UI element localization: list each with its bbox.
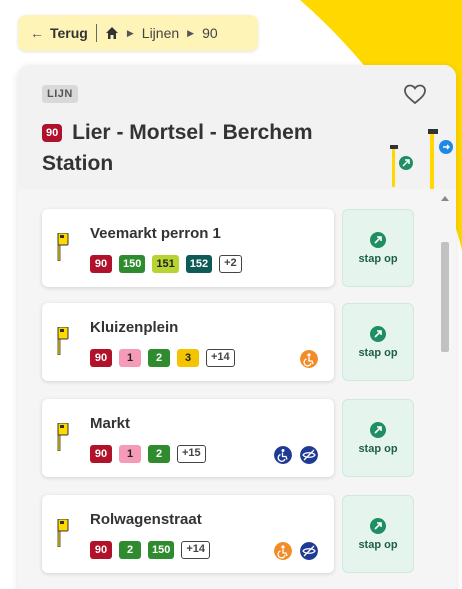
visually-impaired-icon bbox=[300, 446, 318, 464]
board-button-label: stap op bbox=[358, 347, 398, 359]
list-item: Markt 90 1 2 +15 stap op bbox=[42, 399, 416, 477]
wheelchair-icon bbox=[274, 446, 292, 464]
line-badge: 90 bbox=[90, 541, 112, 559]
scrollbar-thumb[interactable] bbox=[441, 242, 449, 352]
accessibility-features bbox=[274, 542, 318, 560]
stop-name: Veemarkt perron 1 bbox=[90, 225, 221, 242]
list-item: Rolwagenstraat 90 2 150 +14 stap op bbox=[42, 495, 416, 573]
arrow-up-right-icon bbox=[370, 326, 386, 342]
more-lines-badge: +14 bbox=[181, 541, 211, 559]
breadcrumb-item-current: 90 bbox=[202, 25, 218, 41]
chevron-right-icon: ▶ bbox=[126, 27, 134, 38]
chevron-right-icon: ▶ bbox=[187, 27, 195, 38]
line-badge: 3 bbox=[177, 349, 199, 367]
line-header: LIJN 90 Lier - Mortsel - Berchem Station bbox=[18, 65, 456, 189]
bus-stop-icon bbox=[57, 423, 69, 451]
line-badge: 2 bbox=[119, 541, 141, 559]
bus-stop-icon bbox=[57, 519, 69, 547]
stop-name: Rolwagenstraat bbox=[90, 511, 202, 528]
board-button-label: stap op bbox=[358, 539, 398, 551]
line-badge: 90 bbox=[90, 349, 112, 367]
line-badges: 90 1 2 +15 bbox=[90, 445, 206, 463]
line-number-badge: 90 bbox=[42, 124, 63, 142]
board-button[interactable]: stap op bbox=[342, 399, 414, 477]
line-badge: 150 bbox=[148, 541, 175, 559]
back-label: Terug bbox=[50, 25, 88, 41]
accessibility-features bbox=[300, 350, 318, 368]
arrow-up-right-icon bbox=[370, 518, 386, 534]
heart-icon[interactable] bbox=[403, 83, 427, 105]
bus-stop-icon bbox=[57, 233, 69, 261]
bus-stop-icon bbox=[57, 327, 69, 355]
line-badge: 152 bbox=[185, 255, 213, 273]
line-badge: 150 bbox=[119, 255, 146, 273]
accessibility-features bbox=[274, 446, 318, 464]
scroll-up-arrow-icon[interactable] bbox=[441, 195, 449, 201]
stop-card[interactable]: Rolwagenstraat 90 2 150 +14 bbox=[42, 495, 334, 573]
more-lines-badge: +14 bbox=[206, 349, 235, 367]
line-badge: 90 bbox=[90, 255, 112, 273]
stop-name: Markt bbox=[90, 415, 131, 432]
line-badges: 90 150 151 152 +2 bbox=[90, 255, 242, 273]
line-badges: 90 2 150 +14 bbox=[90, 541, 211, 559]
visually-impaired-icon bbox=[300, 542, 318, 560]
board-button[interactable]: stap op bbox=[342, 209, 414, 287]
arrow-up-right-icon bbox=[370, 422, 386, 438]
page-title: 90 Lier - Mortsel - Berchem Station bbox=[42, 117, 372, 179]
board-button-label: stap op bbox=[358, 443, 398, 455]
line-type-tag: LIJN bbox=[42, 85, 78, 103]
bus-stop-illustration-icon bbox=[390, 129, 453, 189]
back-button[interactable]: ← Terug bbox=[30, 25, 88, 41]
breadcrumb-divider bbox=[95, 24, 97, 42]
partial-accessible-icon bbox=[300, 350, 318, 368]
stops-list: Veemarkt perron 1 90 150 151 152 +2 stap… bbox=[18, 189, 456, 589]
stop-card[interactable]: Markt 90 1 2 +15 bbox=[42, 399, 334, 477]
more-lines-badge: +15 bbox=[177, 445, 206, 463]
stop-card[interactable]: Veemarkt perron 1 90 150 151 152 +2 bbox=[42, 209, 334, 287]
more-lines-badge: +2 bbox=[219, 255, 242, 273]
line-badge: 2 bbox=[148, 349, 170, 367]
line-badges: 90 1 2 3 +14 bbox=[90, 349, 235, 367]
line-title: Lier - Mortsel - Berchem Station bbox=[42, 121, 313, 175]
board-button[interactable]: stap op bbox=[342, 303, 414, 381]
line-badge: 90 bbox=[90, 445, 112, 463]
partial-accessible-icon bbox=[274, 542, 292, 560]
line-badge: 1 bbox=[119, 349, 141, 367]
line-badge: 1 bbox=[119, 445, 141, 463]
list-item: Veemarkt perron 1 90 150 151 152 +2 stap… bbox=[42, 209, 416, 287]
list-item: Kluizenplein 90 1 2 3 +14 stap op bbox=[42, 303, 416, 381]
line-badge: 151 bbox=[152, 255, 179, 273]
stop-card[interactable]: Kluizenplein 90 1 2 3 +14 bbox=[42, 303, 334, 381]
board-button-label: stap op bbox=[358, 253, 398, 265]
stop-name: Kluizenplein bbox=[90, 319, 179, 336]
breadcrumb: ← Terug ▶ Lijnen ▶ 90 bbox=[18, 15, 258, 51]
line-badge: 2 bbox=[148, 445, 170, 463]
line-detail-card: LIJN 90 Lier - Mortsel - Berchem Station bbox=[18, 65, 456, 589]
arrow-left-icon: ← bbox=[30, 25, 44, 41]
breadcrumb-item-lijnen[interactable]: Lijnen bbox=[142, 25, 179, 41]
arrow-up-right-icon bbox=[370, 232, 386, 248]
board-button[interactable]: stap op bbox=[342, 495, 414, 573]
home-icon[interactable] bbox=[105, 26, 119, 40]
